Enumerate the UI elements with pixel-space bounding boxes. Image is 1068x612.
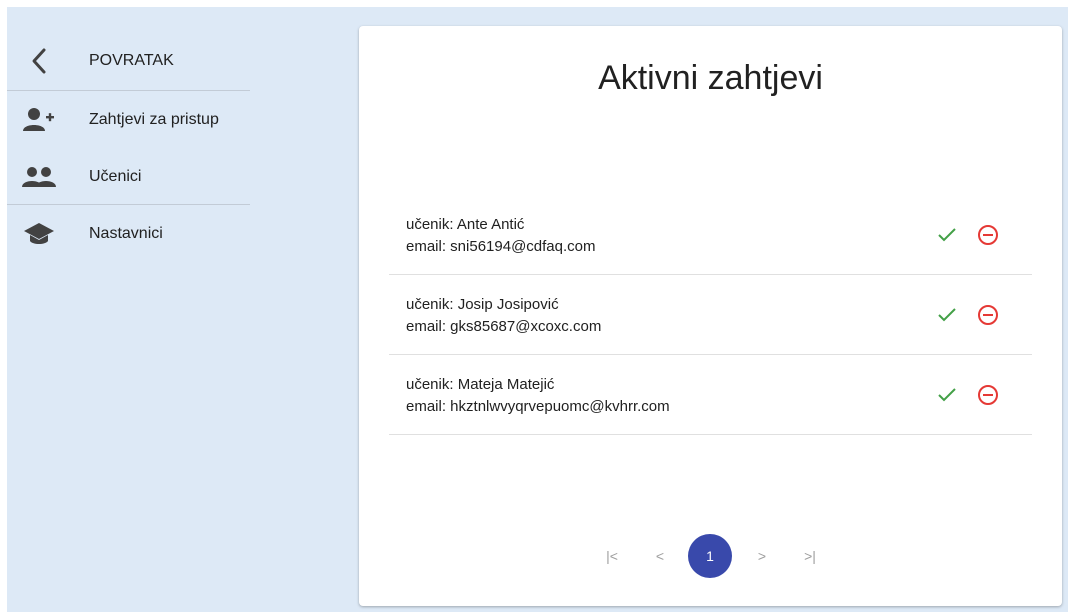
student-name: učenik: Ante Antić <box>406 216 525 233</box>
reject-button[interactable] <box>974 301 1002 329</box>
request-info: učenik: Josip Josipović email: gks85687@… <box>406 294 601 338</box>
page-1-button[interactable]: 1 <box>688 534 732 578</box>
student-name: učenik: Josip Josipović <box>406 296 559 313</box>
sidebar-item-students[interactable]: Učenici <box>7 148 250 205</box>
student-email: email: hkztnlwvyqrvepuomc@kvhrr.com <box>406 398 670 415</box>
group-icon <box>21 161 57 193</box>
check-icon <box>938 388 956 402</box>
sidebar: POVRATAK Zahtjevi za pristup Učenici Nas… <box>7 7 250 612</box>
request-list: učenik: Ante Antić email: sni56194@cdfaq… <box>389 195 1032 435</box>
check-icon <box>938 228 956 242</box>
pagination: |< < 1 > >| <box>359 534 1062 578</box>
approve-button[interactable] <box>933 301 961 329</box>
remove-circle-icon <box>978 225 998 245</box>
sidebar-item-label: Zahtjevi za pristup <box>89 110 219 128</box>
school-icon <box>21 218 57 250</box>
prev-page-button[interactable]: < <box>640 536 680 576</box>
approve-button[interactable] <box>933 221 961 249</box>
app-root: POVRATAK Zahtjevi za pristup Učenici Nas… <box>7 7 1068 612</box>
request-row: učenik: Mateja Matejić email: hkztnlwvyq… <box>389 355 1032 435</box>
approve-button[interactable] <box>933 381 961 409</box>
reject-button[interactable] <box>974 221 1002 249</box>
remove-circle-icon <box>978 305 998 325</box>
request-info: učenik: Ante Antić email: sni56194@cdfaq… <box>406 214 596 258</box>
student-email: email: sni56194@cdfaq.com <box>406 238 596 255</box>
requests-card: Aktivni zahtjevi učenik: Ante Antić emai… <box>359 26 1062 606</box>
chevron-left-icon <box>21 45 57 77</box>
person-add-icon <box>21 104 57 136</box>
sidebar-item-label: Nastavnici <box>89 224 163 242</box>
remove-circle-icon <box>978 385 998 405</box>
sidebar-item-teachers[interactable]: Nastavnici <box>7 205 250 262</box>
first-page-button[interactable]: |< <box>592 536 632 576</box>
student-name: učenik: Mateja Matejić <box>406 376 555 393</box>
request-row: učenik: Josip Josipović email: gks85687@… <box>389 275 1032 355</box>
check-icon <box>938 308 956 322</box>
student-email: email: gks85687@xcoxc.com <box>406 318 602 335</box>
request-info: učenik: Mateja Matejić email: hkztnlwvyq… <box>406 374 670 418</box>
sidebar-item-back[interactable]: POVRATAK <box>7 32 250 89</box>
page-title: Aktivni zahtjevi <box>598 59 823 97</box>
sidebar-item-access-requests[interactable]: Zahtjevi za pristup <box>7 91 250 148</box>
sidebar-item-label: POVRATAK <box>89 51 174 69</box>
next-page-button[interactable]: > <box>742 536 782 576</box>
reject-button[interactable] <box>974 381 1002 409</box>
sidebar-item-label: Učenici <box>89 167 142 185</box>
last-page-button[interactable]: >| <box>790 536 830 576</box>
request-row: učenik: Ante Antić email: sni56194@cdfaq… <box>389 195 1032 275</box>
